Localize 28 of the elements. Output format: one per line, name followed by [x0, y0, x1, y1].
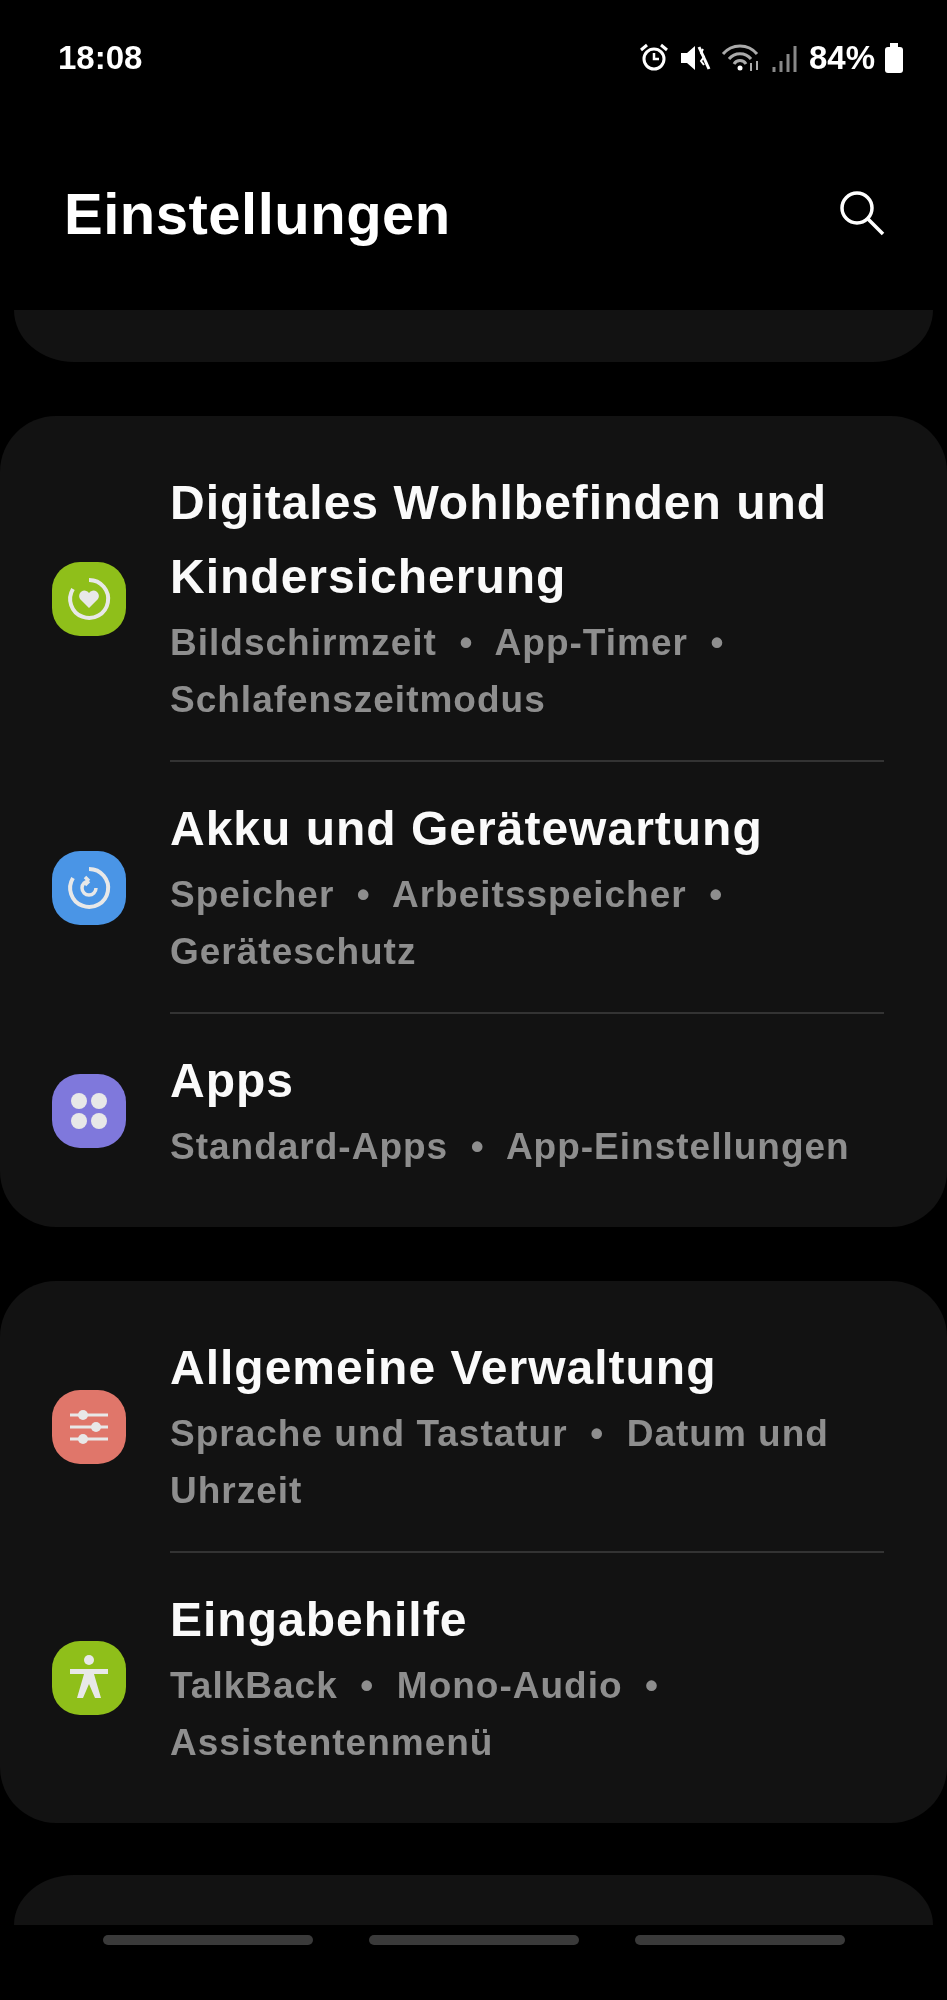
setting-summary: Bildschirmzeit • App-Timer • Schlafenszeitmodus — [170, 621, 726, 722]
setting-title[interactable]: Eingabehilfe — [170, 1583, 884, 1657]
setting-summary: Standard-Apps • App-Einstellungen — [170, 1125, 851, 1169]
app-icon[interactable] — [52, 851, 126, 925]
heart-ring-icon — [65, 575, 113, 623]
mute-icon — [678, 43, 711, 73]
app-icon[interactable] — [52, 1641, 126, 1715]
setting-title[interactable]: Allgemeine Verwaltung — [170, 1331, 884, 1405]
setting-title[interactable]: Akku und Gerätewartung — [170, 792, 884, 866]
setting-summary: Speicher • Arbeitsspeicher • Geräteschutz — [170, 873, 725, 974]
page-title: Einstellungen — [64, 179, 451, 247]
setting-title[interactable]: Apps — [170, 1044, 884, 1118]
search-button[interactable] — [837, 188, 887, 238]
battery-icon — [885, 43, 903, 73]
app-icon[interactable] — [52, 1073, 126, 1148]
clock-time: 18:08 — [58, 39, 144, 77]
battery-percent: 84% — [808, 39, 875, 77]
app-icon[interactable] — [52, 562, 126, 636]
refresh-ring-icon — [65, 864, 113, 912]
setting-title[interactable]: Digitales Wohlbefinden und Kindersicherung — [170, 466, 884, 614]
app-icon[interactable] — [52, 1390, 126, 1464]
setting-summary: TalkBack • Mono-Audio • Assistentenmenü — [170, 1664, 661, 1765]
wifi-icon — [720, 43, 761, 73]
signal-icon — [770, 43, 799, 73]
alarm-icon — [638, 43, 669, 73]
four-dots-icon — [69, 1090, 109, 1131]
sliders-icon — [69, 1409, 109, 1445]
setting-summary: Sprache und Tastatur • Datum und Uhrzeit — [170, 1412, 830, 1513]
